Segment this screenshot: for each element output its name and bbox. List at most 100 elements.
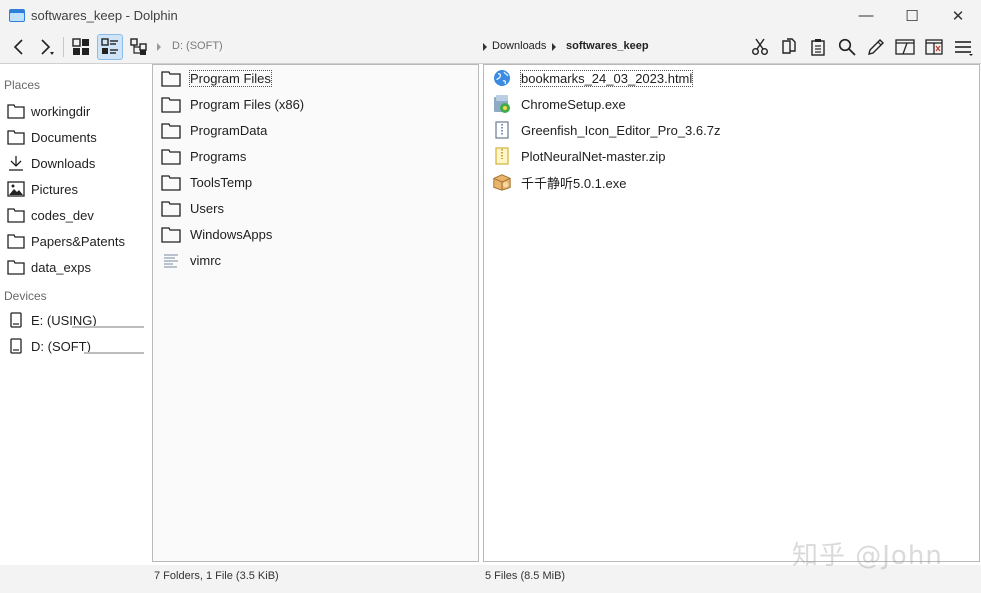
places-panel: Places workingdir Documents Downloads Pi… bbox=[0, 65, 151, 565]
folder-icon bbox=[7, 208, 25, 223]
device-item-e-using[interactable]: E: (USING) bbox=[0, 308, 151, 332]
place-label: data_exps bbox=[31, 259, 91, 275]
file-name: Users bbox=[190, 200, 224, 216]
folder-icon bbox=[161, 200, 181, 217]
compact-view-button[interactable] bbox=[97, 34, 123, 60]
watermark: 知乎 @John bbox=[792, 541, 943, 571]
file-row-programdata[interactable]: ProgramData bbox=[161, 118, 268, 142]
place-label: codes_dev bbox=[31, 207, 94, 223]
back-button[interactable] bbox=[6, 34, 32, 60]
close-split-button[interactable] bbox=[921, 34, 947, 60]
file-row-plotneuralnet-zip[interactable]: PlotNeuralNet-master.zip bbox=[492, 144, 667, 168]
copy-button[interactable] bbox=[776, 34, 802, 60]
toolbar-separator bbox=[63, 37, 64, 57]
place-label: Downloads bbox=[31, 155, 96, 171]
place-label: Pictures bbox=[31, 181, 78, 197]
place-item-codes-dev[interactable]: codes_dev bbox=[0, 203, 151, 227]
text-file-icon bbox=[164, 254, 178, 267]
folder-icon bbox=[161, 70, 181, 87]
rename-button[interactable] bbox=[863, 34, 889, 60]
installer-icon bbox=[494, 95, 510, 113]
folder-icon bbox=[161, 96, 181, 113]
globe-icon bbox=[494, 70, 510, 86]
folder-icon bbox=[7, 104, 25, 119]
cut-button[interactable] bbox=[747, 34, 773, 60]
device-item-d-soft[interactable]: D: (SOFT) bbox=[0, 334, 151, 358]
place-item-downloads[interactable]: Downloads bbox=[0, 151, 151, 175]
search-button[interactable] bbox=[834, 34, 860, 60]
file-row-chromesetup[interactable]: ChromeSetup.exe bbox=[492, 92, 627, 116]
folder-icon bbox=[161, 226, 181, 243]
archive-icon bbox=[495, 121, 509, 139]
place-item-documents[interactable]: Documents bbox=[0, 125, 151, 149]
device-usage-bar bbox=[84, 352, 144, 354]
paste-button[interactable] bbox=[805, 34, 831, 60]
forward-button[interactable] bbox=[34, 34, 60, 60]
breadcrumb-downloads[interactable]: Downloads bbox=[492, 40, 546, 52]
minimize-button[interactable]: — bbox=[843, 0, 889, 31]
place-item-pictures[interactable]: Pictures bbox=[0, 177, 151, 201]
file-name: 千千静听5.0.1.exe bbox=[521, 175, 627, 191]
chevron-right-icon bbox=[41, 39, 54, 55]
clipboard-icon bbox=[811, 39, 825, 56]
file-name: ChromeSetup.exe bbox=[521, 96, 626, 112]
search-icon bbox=[838, 38, 856, 56]
icons-view-button[interactable] bbox=[68, 34, 94, 60]
file-name: ToolsTemp bbox=[190, 174, 253, 190]
pencil-icon bbox=[868, 39, 884, 55]
menu-button[interactable] bbox=[951, 34, 977, 60]
device-usage-bar bbox=[72, 326, 144, 328]
place-label: Documents bbox=[31, 129, 97, 145]
right-pane-status: 5 Files (8.5 MiB) bbox=[485, 570, 566, 582]
file-name: Program Files bbox=[189, 69, 272, 87]
file-row-qianqian-exe[interactable]: 千千静听5.0.1.exe bbox=[492, 170, 628, 194]
file-row-programs[interactable]: Programs bbox=[161, 144, 247, 168]
file-row-program-files-x86[interactable]: Program Files (x86) bbox=[161, 92, 305, 116]
file-name: Greenfish_Icon_Editor_Pro_3.6.7z bbox=[521, 122, 721, 138]
place-item-papers-patents[interactable]: Papers&Patents bbox=[0, 229, 151, 253]
file-row-windowsapps[interactable]: WindowsApps bbox=[161, 222, 273, 246]
places-section-header: Places bbox=[4, 78, 41, 92]
folder-icon bbox=[161, 148, 181, 165]
file-name: PlotNeuralNet-master.zip bbox=[521, 148, 666, 164]
file-row-users[interactable]: Users bbox=[161, 196, 225, 220]
devices-section-header: Devices bbox=[4, 289, 47, 303]
breadcrumb-arrow-icon bbox=[552, 43, 556, 51]
file-row-toolstemp[interactable]: ToolsTemp bbox=[161, 170, 253, 194]
split-view-button[interactable] bbox=[892, 34, 918, 60]
drive-icon bbox=[10, 312, 22, 328]
chevron-left-icon bbox=[13, 39, 23, 55]
window-title: softwares_keep - Dolphin bbox=[31, 8, 178, 23]
place-label: Papers&Patents bbox=[31, 233, 125, 249]
file-name: Program Files (x86) bbox=[190, 96, 305, 112]
tree-view-icon bbox=[130, 38, 147, 55]
close-button[interactable]: ✕ bbox=[935, 0, 981, 31]
file-row-greenfish-7z[interactable]: Greenfish_Icon_Editor_Pro_3.6.7z bbox=[492, 118, 721, 142]
file-row-bookmarks-html[interactable]: bookmarks_24_03_2023.html bbox=[492, 66, 694, 90]
left-file-pane[interactable]: Program Files Program Files (x86) Progra… bbox=[152, 64, 479, 562]
place-item-workingdir[interactable]: workingdir bbox=[0, 99, 151, 123]
place-label: workingdir bbox=[31, 103, 91, 119]
file-row-program-files[interactable]: Program Files bbox=[161, 66, 272, 90]
file-row-vimrc[interactable]: vimrc bbox=[161, 248, 222, 272]
file-name: Programs bbox=[190, 148, 247, 164]
grid-view-icon bbox=[72, 38, 89, 55]
copy-icon bbox=[782, 38, 796, 54]
place-item-data-exps[interactable]: data_exps bbox=[0, 255, 151, 279]
folder-icon bbox=[161, 122, 181, 139]
drive-icon bbox=[10, 338, 22, 354]
left-pane-status: 7 Folders, 1 File (3.5 KiB) bbox=[154, 570, 279, 582]
download-icon bbox=[9, 156, 23, 171]
window-controls: — ☐ ✕ bbox=[843, 0, 981, 31]
breadcrumb-current[interactable]: softwares_keep bbox=[566, 40, 649, 52]
maximize-button[interactable]: ☐ bbox=[889, 0, 935, 31]
location-root-crumb[interactable]: D: (SOFT) bbox=[172, 40, 223, 52]
details-view-button[interactable] bbox=[126, 34, 152, 60]
breadcrumb-arrow-icon bbox=[483, 43, 487, 51]
right-file-pane[interactable]: bookmarks_24_03_2023.html ChromeSetup.ex… bbox=[483, 64, 980, 562]
split-view-icon bbox=[895, 39, 915, 55]
folder-icon bbox=[7, 130, 25, 145]
file-name: WindowsApps bbox=[190, 226, 273, 242]
file-name: vimrc bbox=[190, 252, 222, 268]
file-name: ProgramData bbox=[190, 122, 268, 138]
